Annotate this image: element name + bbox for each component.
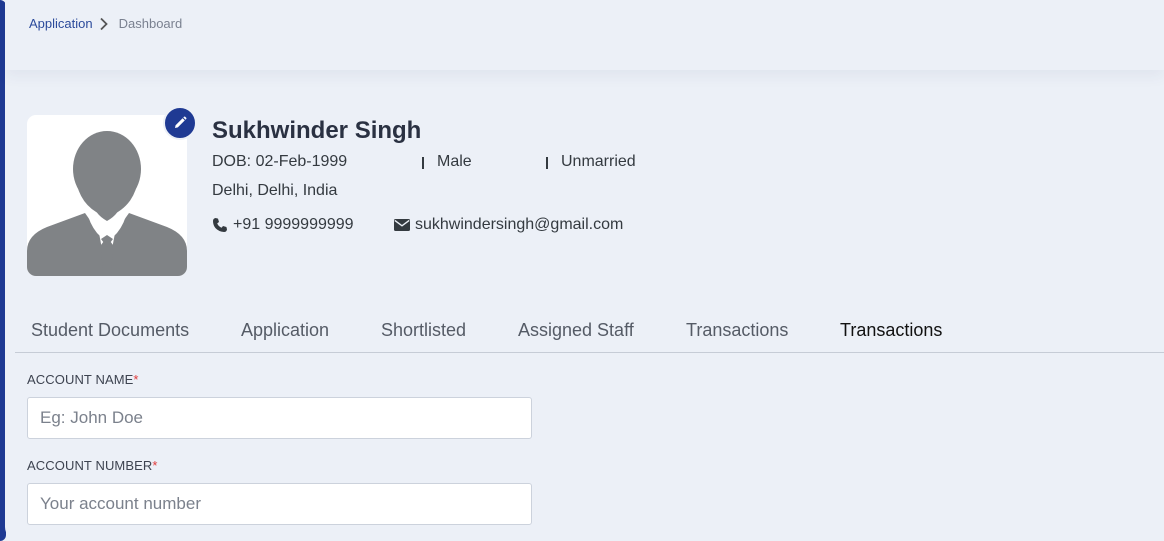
phone-number: +91 9999999999	[233, 216, 354, 233]
tab-bar: Student Documents Application Shortliste…	[15, 312, 1164, 353]
info-divider	[546, 157, 548, 169]
main-page: Application Dashboard Sukhwinder Singh D…	[5, 0, 1164, 541]
profile-name: Sukhwinder Singh	[212, 117, 422, 144]
marital-status-text: Unmarried	[561, 153, 636, 170]
breadcrumb-link-application[interactable]: Application	[29, 16, 93, 31]
tab-transactions-active[interactable]: Transactions	[840, 320, 942, 341]
dob-text: DOB: 02-Feb-1999	[212, 153, 348, 170]
phone-icon	[213, 218, 227, 232]
top-bar: Application Dashboard	[5, 0, 1164, 70]
account-number-label: ACCOUNT NUMBER*	[27, 458, 158, 473]
required-asterisk: *	[152, 458, 158, 473]
edit-profile-button[interactable]	[163, 106, 197, 140]
chevron-right-icon	[99, 17, 113, 31]
required-asterisk: *	[133, 372, 139, 387]
tab-assigned-staff[interactable]: Assigned Staff	[518, 320, 634, 341]
email-address: sukhwindersingh@gmail.com	[415, 216, 624, 233]
account-name-label: ACCOUNT NAME*	[27, 372, 139, 387]
account-number-label-text: ACCOUNT NUMBER	[27, 458, 153, 473]
email-contact: sukhwindersingh@gmail.com	[394, 216, 623, 234]
account-name-label-text: ACCOUNT NAME	[27, 372, 134, 387]
phone-contact: +91 9999999999	[212, 216, 354, 234]
gender-text: Male	[437, 153, 472, 170]
envelope-icon	[394, 219, 410, 231]
breadcrumb: Application Dashboard	[29, 16, 182, 31]
tab-shortlisted[interactable]: Shortlisted	[381, 320, 466, 341]
account-number-input[interactable]	[27, 483, 532, 525]
location-text: Delhi, Delhi, India	[212, 182, 338, 199]
tab-student-documents[interactable]: Student Documents	[31, 320, 189, 341]
person-silhouette-icon	[27, 131, 187, 276]
breadcrumb-current: Dashboard	[118, 16, 183, 31]
tab-application[interactable]: Application	[241, 320, 329, 341]
account-name-input[interactable]	[27, 397, 532, 439]
info-divider	[422, 157, 424, 169]
pencil-icon	[175, 116, 187, 128]
tab-transactions[interactable]: Transactions	[686, 320, 788, 341]
avatar	[27, 115, 187, 276]
